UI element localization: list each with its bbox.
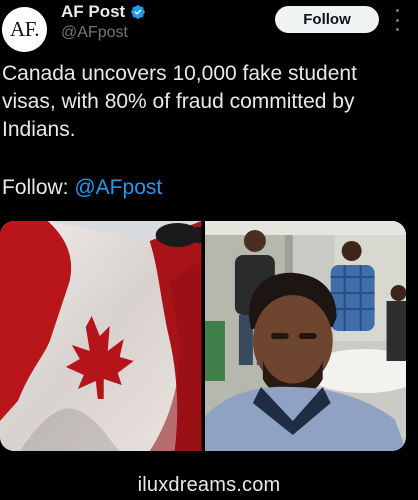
mention-link[interactable]: @AFpost [74,176,162,199]
tweet-text: Canada uncovers 10,000 fake student visa… [2,62,357,141]
follow-prefix: Follow: [2,176,75,199]
group-of-men-photo-icon [204,221,406,451]
media-image-people[interactable] [204,221,406,451]
follow-line: Follow: @AFpost [2,174,162,202]
verified-badge-icon [131,5,146,19]
watermark-text: iluxdreams.com [137,474,281,496]
media-image-flag[interactable] [0,221,202,451]
author-display-name[interactable]: AF Post [61,2,125,22]
canadian-flag-photo-icon [0,221,202,451]
author-handle[interactable]: @AFpost [61,24,128,42]
tweet-card: AF. AF Post @AFpost Follow Canada uncove… [0,0,418,500]
tweet-media-grid [0,221,406,451]
follow-button[interactable]: Follow [275,6,379,33]
more-options-icon[interactable] [394,9,400,31]
avatar[interactable]: AF. [2,7,47,52]
avatar-text: AF. [10,17,39,41]
tweet-header: AF. AF Post @AFpost Follow [0,0,418,58]
author-name-row: AF Post [61,2,146,22]
